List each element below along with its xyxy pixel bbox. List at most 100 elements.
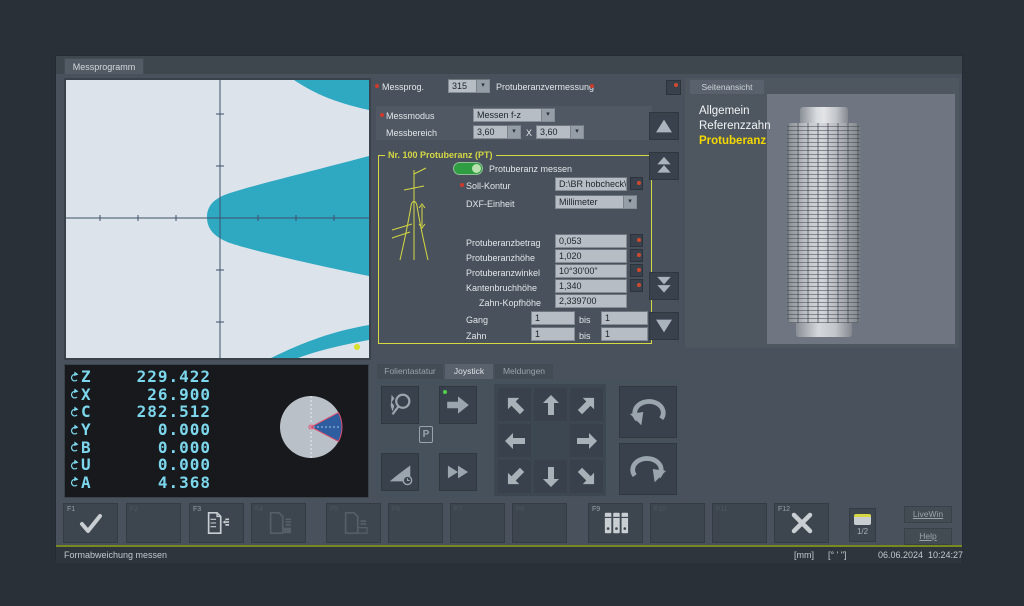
- side-menu-item-allgemein[interactable]: Allgemein: [699, 104, 771, 119]
- axis-letter: X: [81, 385, 99, 404]
- protuberanzbetrag-value: 0,053: [559, 236, 582, 246]
- fkey-f6[interactable]: F6: [388, 503, 443, 543]
- fkey-f9-archive[interactable]: F9: [588, 503, 643, 543]
- jog-up-right-button[interactable]: [570, 388, 603, 421]
- jog-up-button[interactable]: [534, 388, 567, 421]
- fkey-f8[interactable]: F8: [512, 503, 567, 543]
- fkey-f2[interactable]: F2: [126, 503, 181, 543]
- soll-kontur-warning-button[interactable]: [630, 177, 643, 190]
- axis-ref-icon: [69, 476, 81, 488]
- axis-ref-icon: [69, 388, 81, 400]
- fkey-f11[interactable]: F11: [712, 503, 767, 543]
- fkey-label: F7: [454, 506, 462, 513]
- softkey-page-button[interactable]: 1/2: [849, 508, 876, 542]
- livewin-label: LiveWin: [913, 509, 943, 519]
- axis-ref-icon: [69, 406, 81, 418]
- tab-joystick[interactable]: Joystick: [445, 364, 493, 379]
- protuberanzhoehe-value: 1,020: [559, 251, 582, 261]
- required-marker: [375, 84, 379, 88]
- rotate-ccw-button[interactable]: [619, 386, 677, 438]
- fkey-label: F9: [592, 506, 600, 513]
- step-move-button[interactable]: [439, 386, 477, 424]
- axis-letter: C: [81, 402, 99, 421]
- zahn-kopfhoehe-field[interactable]: 2,339700: [555, 294, 627, 308]
- rotate-cw-icon: [625, 450, 671, 488]
- help-button[interactable]: Help: [904, 528, 952, 545]
- messprog-select[interactable]: 315: [448, 79, 490, 93]
- unit-mm-indicator: [mm]: [794, 547, 814, 563]
- fast-forward-icon: [445, 461, 471, 483]
- protuberanzhoehe-warning-button[interactable]: [630, 249, 643, 262]
- rotate-cw-button[interactable]: [619, 443, 677, 495]
- nav-last-button[interactable]: [649, 272, 679, 300]
- jog-up-left-button[interactable]: [498, 388, 531, 421]
- fkey-f3-report[interactable]: F3: [189, 503, 244, 543]
- tooth-profile-plot[interactable]: [64, 78, 371, 360]
- rapid-move-button[interactable]: [439, 453, 477, 491]
- ramp-speed-button[interactable]: [381, 453, 419, 491]
- messbereich-w-select[interactable]: 3,60: [473, 125, 521, 139]
- protuberanz-messen-toggle[interactable]: [453, 162, 483, 175]
- fkey-f1-confirm[interactable]: F1: [63, 503, 118, 543]
- kantenbruchhoehe-field[interactable]: 1,340: [555, 279, 627, 293]
- protuberanzwinkel-field[interactable]: 10°30'00": [555, 264, 627, 278]
- side-menu-item-referenzzahn[interactable]: Referenzzahn: [699, 119, 771, 134]
- axis-ref-icon: [69, 371, 81, 383]
- livewin-button[interactable]: LiveWin: [904, 506, 952, 523]
- fkey-f12-cancel[interactable]: F12: [774, 503, 829, 543]
- nav-first-button[interactable]: [649, 152, 679, 180]
- gang-to-field[interactable]: 1: [601, 311, 648, 325]
- checkmark-icon: [77, 511, 105, 535]
- fkey-f7[interactable]: F7: [450, 503, 505, 543]
- kantenbruchhoehe-label: Kantenbruchhöhe: [466, 283, 537, 293]
- kantenbruchhoehe-warning-button[interactable]: [630, 279, 643, 292]
- nav-down-button[interactable]: [649, 312, 679, 340]
- fkey-f5[interactable]: F5: [326, 503, 381, 543]
- nav-up-button[interactable]: [649, 112, 679, 140]
- dxf-einheit-value: Millimeter: [559, 197, 598, 207]
- axis-letter: U: [81, 455, 99, 474]
- protuberanzbetrag-field[interactable]: 0,053: [555, 234, 627, 248]
- gang-from-value: 1: [535, 313, 540, 323]
- axis-letter: Y: [81, 420, 99, 439]
- softkey-page-icon: [854, 514, 871, 525]
- side-menu-item-protuberanz[interactable]: Protuberanz: [699, 134, 771, 149]
- jog-right-button[interactable]: [570, 424, 603, 457]
- zahn-from-field[interactable]: 1: [531, 327, 575, 341]
- arrow-right-icon: [445, 392, 471, 418]
- axis-row-a: A 4.368: [65, 474, 368, 492]
- arrow-left-icon: [503, 429, 527, 453]
- jog-down-button[interactable]: [534, 460, 567, 493]
- toggle-label: Protuberanz messen: [489, 164, 572, 174]
- messmodus-label: Messmodus: [386, 111, 435, 121]
- fkey-f10[interactable]: F10: [650, 503, 705, 543]
- measurement-app-window: Messprogramm Messprog. 315 Protuberanzve…: [55, 55, 963, 562]
- tab-seitenansicht[interactable]: Seitenansicht: [690, 80, 764, 94]
- arrow-down-right-icon: [575, 465, 599, 489]
- gang-from-field[interactable]: 1: [531, 311, 575, 325]
- tab-meldungen[interactable]: Meldungen: [495, 364, 553, 379]
- park-position-button[interactable]: P: [419, 426, 433, 443]
- program-warning-button[interactable]: [666, 80, 681, 95]
- protuberanzbetrag-warning-button[interactable]: [630, 234, 643, 247]
- probe-search-button[interactable]: [381, 386, 419, 424]
- jog-down-right-button[interactable]: [570, 460, 603, 493]
- fkey-label: F6: [392, 506, 400, 513]
- dxf-einheit-select[interactable]: Millimeter: [555, 195, 637, 209]
- hob-3d-viewport[interactable]: [767, 94, 955, 344]
- messmodus-select[interactable]: Messen f-z: [473, 108, 555, 122]
- axis-letter: Z: [81, 367, 99, 386]
- protuberanzwinkel-warning-button[interactable]: [630, 264, 643, 277]
- jog-down-left-button[interactable]: [498, 460, 531, 493]
- fkey-f4[interactable]: F4: [251, 503, 306, 543]
- soll-kontur-field[interactable]: D:\BR hobcheck\Z31: [555, 177, 627, 191]
- protuberanzhoehe-field[interactable]: 1,020: [555, 249, 627, 263]
- jog-left-button[interactable]: [498, 424, 531, 457]
- zahn-to-field[interactable]: 1: [601, 327, 648, 341]
- dxf-einheit-label: DXF-Einheit: [466, 199, 515, 209]
- messbereich-h-select[interactable]: 3,60: [536, 125, 584, 139]
- tab-folientastatur[interactable]: Folientastatur: [377, 364, 443, 379]
- tab-messprogramm[interactable]: Messprogramm: [64, 58, 144, 74]
- protuberanzbetrag-label: Protuberanzbetrag: [466, 238, 541, 248]
- messbereich-label: Messbereich: [386, 128, 437, 138]
